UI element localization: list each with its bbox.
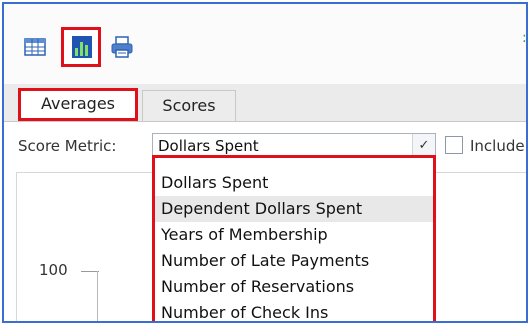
include-label: Include	[470, 137, 525, 155]
toolbar: :	[4, 4, 526, 84]
grid-icon[interactable]	[24, 37, 46, 59]
dropdown-option-dependent-dollars-spent[interactable]: Dependent Dollars Spent	[155, 196, 433, 222]
tab-averages[interactable]: Averages	[18, 88, 138, 121]
dropdown-option-years-of-membership[interactable]: Years of Membership	[155, 222, 433, 248]
dropdown-option-number-of-check-ins[interactable]: Number of Check Ins	[155, 300, 433, 321]
tab-strip: Averages Scores	[4, 84, 526, 122]
dropdown-option-dollars-spent[interactable]: Dollars Spent	[155, 170, 433, 196]
bar-chart-icon	[72, 36, 94, 58]
dropdown-option-number-of-reservations[interactable]: Number of Reservations	[155, 274, 433, 300]
status-indicator: :	[522, 30, 527, 46]
include-checkbox[interactable]	[445, 136, 463, 154]
score-metric-selected-value: Dollars Spent	[158, 137, 259, 155]
application-window: : Averages Scores Score Metric: Dollars …	[2, 2, 528, 323]
y-axis-line	[97, 271, 98, 321]
score-metric-label: Score Metric:	[18, 137, 117, 155]
printer-icon[interactable]	[111, 36, 133, 58]
chart-view-button[interactable]	[61, 27, 101, 67]
y-axis-tick-label: 100	[39, 261, 68, 279]
tab-scores[interactable]: Scores	[142, 90, 236, 121]
score-metric-dropdown-list: Dollars Spent Dependent Dollars Spent Ye…	[152, 155, 436, 321]
dropdown-option-number-of-late-payments[interactable]: Number of Late Payments	[155, 248, 433, 274]
